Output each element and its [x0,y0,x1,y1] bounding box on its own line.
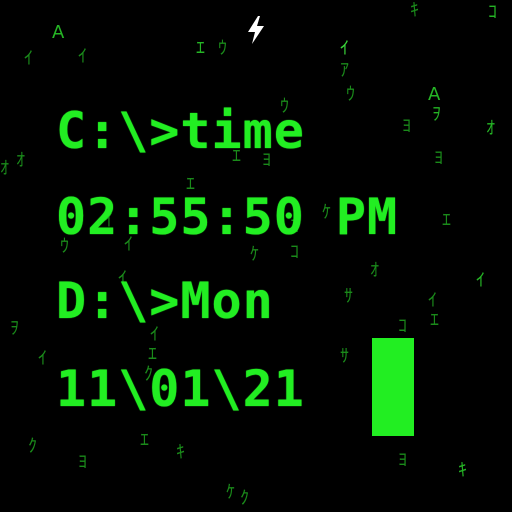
rain-glyph: ｵ [370,260,379,281]
rain-glyph: ｹ [250,244,259,265]
time-command-line: C:\>time [56,102,305,160]
rain-glyph: ｦ [432,104,441,125]
rain-glyph: ｦ [10,318,19,339]
rain-glyph: ｵ [486,118,495,139]
rain-glyph: ｸ [28,436,37,457]
rain-glyph: ﾖ [402,116,411,137]
rain-glyph: ｴ [430,310,439,331]
watch-face: ｴ ｳ ｲ A ｲ ｱ ｳ ﾖ ｵ ｵ ﾖ ｳ A ｦ ｵ ｴ ｲ ｺ ｲ ｹ … [0,0,512,512]
rain-glyph: ｱ [340,60,349,81]
rain-glyph: ｲ [78,46,87,67]
matrix-rain-background: ｴ ｳ ｲ A ｲ ｱ ｳ ﾖ ｵ ｵ ﾖ ｳ A ｦ ｵ ｴ ｲ ｺ ｲ ｹ … [0,0,512,512]
rain-glyph: ｸ [240,488,249,509]
rain-glyph: ｲ [340,38,349,59]
lightning-bolt-icon [248,16,264,44]
rain-glyph: ｳ [346,84,355,105]
rain-glyph: ｷ [176,442,185,463]
rain-glyph: ｲ [476,270,485,291]
block-cursor [372,338,414,436]
rain-glyph: A [52,22,65,43]
rain-glyph: ﾖ [78,452,87,473]
rain-glyph: ｴ [140,430,149,451]
rain-glyph: ｲ [38,348,47,369]
rain-glyph: ｻ [340,346,349,367]
rain-glyph: ｲ [24,48,33,69]
rain-glyph: ｷ [410,0,419,21]
rain-glyph: ｺ [488,2,497,23]
rain-glyph: ｴ [196,38,205,59]
rain-glyph: ｵ [16,150,25,171]
rain-glyph: ｲ [428,290,437,311]
rain-glyph: ﾖ [398,450,407,471]
rain-glyph: ｻ [344,286,353,307]
rain-glyph: ｵ [0,158,9,179]
rain-glyph: ｺ [290,242,299,263]
rain-glyph: ﾖ [434,148,443,169]
date-readout: 11\01\21 [56,360,305,418]
time-readout: 02:55:50 PM [56,188,399,246]
rain-glyph: ｹ [226,482,235,503]
date-command-line: D:\>Mon [56,272,274,330]
rain-glyph: ｷ [458,460,467,481]
rain-glyph: ｳ [218,38,227,59]
rain-glyph: ｺ [398,316,407,337]
rain-glyph: A [428,84,441,105]
rain-glyph: ｴ [442,210,451,231]
